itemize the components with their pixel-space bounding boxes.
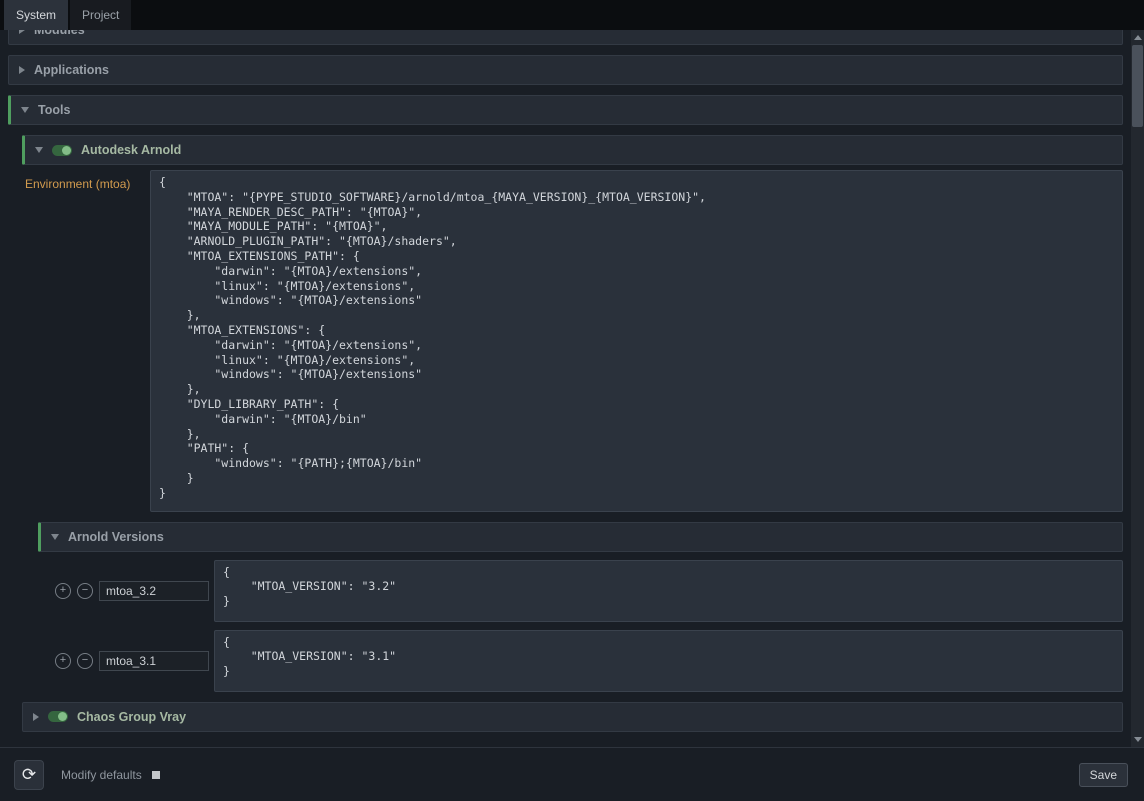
version-row: + − { "MTOA_VERSION": "3.2" } xyxy=(55,560,1123,622)
remove-version-button[interactable]: − xyxy=(77,583,93,599)
version-row: + − { "MTOA_VERSION": "3.1" } xyxy=(55,630,1123,692)
footer-bar: ⟳ Modify defaults Save xyxy=(0,747,1144,801)
group-label-chaos-group-vray: Chaos Group Vray xyxy=(77,710,186,724)
scroll-up-button[interactable] xyxy=(1131,31,1144,44)
chevron-right-icon xyxy=(33,713,39,721)
settings-scroll-area: Modules Applications Tools Autodesk Arno… xyxy=(0,30,1131,747)
chevron-right-icon xyxy=(19,30,25,34)
vray-enabled-toggle[interactable] xyxy=(48,711,68,722)
save-button[interactable]: Save xyxy=(1079,763,1128,787)
group-label-arnold-versions: Arnold Versions xyxy=(68,530,164,544)
refresh-icon: ⟳ xyxy=(22,765,36,785)
tab-bar: System Project xyxy=(0,0,1144,30)
section-header-tools[interactable]: Tools xyxy=(8,95,1123,125)
modify-defaults-label: Modify defaults xyxy=(61,768,142,782)
section-header-applications[interactable]: Applications xyxy=(8,55,1123,85)
toggle-knob xyxy=(62,146,71,155)
environment-label: Environment (mtoa) xyxy=(8,170,150,191)
arnold-enabled-toggle[interactable] xyxy=(52,145,72,156)
settings-inner: Modules Applications Tools Autodesk Arno… xyxy=(0,30,1131,732)
chevron-down-icon xyxy=(35,147,43,153)
add-version-button[interactable]: + xyxy=(55,653,71,669)
tab-system[interactable]: System xyxy=(4,0,68,30)
section-header-modules[interactable]: Modules xyxy=(8,30,1123,45)
group-label-autodesk-arnold: Autodesk Arnold xyxy=(81,143,181,157)
vertical-scrollbar[interactable] xyxy=(1131,30,1144,747)
version-value-editor[interactable]: { "MTOA_VERSION": "3.1" } xyxy=(214,630,1123,692)
group-header-arnold-versions[interactable]: Arnold Versions xyxy=(38,522,1123,552)
toggle-knob xyxy=(58,712,67,721)
environment-row: Environment (mtoa) { "MTOA": "{PYPE_STUD… xyxy=(8,170,1123,512)
version-value-editor[interactable]: { "MTOA_VERSION": "3.2" } xyxy=(214,560,1123,622)
section-label-applications: Applications xyxy=(34,63,109,77)
refresh-button[interactable]: ⟳ xyxy=(14,760,44,790)
scroll-down-button[interactable] xyxy=(1131,733,1144,746)
arrow-up-icon xyxy=(1134,35,1142,40)
remove-version-button[interactable]: − xyxy=(77,653,93,669)
tab-project[interactable]: Project xyxy=(70,0,131,30)
add-version-button[interactable]: + xyxy=(55,583,71,599)
chevron-down-icon xyxy=(51,534,59,540)
version-key-input[interactable] xyxy=(99,651,209,671)
environment-editor[interactable]: { "MTOA": "{PYPE_STUDIO_SOFTWARE}/arnold… xyxy=(150,170,1123,512)
group-header-chaos-group-vray[interactable]: Chaos Group Vray xyxy=(22,702,1123,732)
section-label-tools: Tools xyxy=(38,103,70,117)
group-header-autodesk-arnold[interactable]: Autodesk Arnold xyxy=(22,135,1123,165)
scrollbar-thumb[interactable] xyxy=(1132,45,1143,127)
version-key-input[interactable] xyxy=(99,581,209,601)
arrow-down-icon xyxy=(1134,737,1142,742)
section-label-modules: Modules xyxy=(34,30,85,37)
modify-defaults-checkbox[interactable] xyxy=(152,771,160,779)
chevron-down-icon xyxy=(21,107,29,113)
chevron-right-icon xyxy=(19,66,25,74)
